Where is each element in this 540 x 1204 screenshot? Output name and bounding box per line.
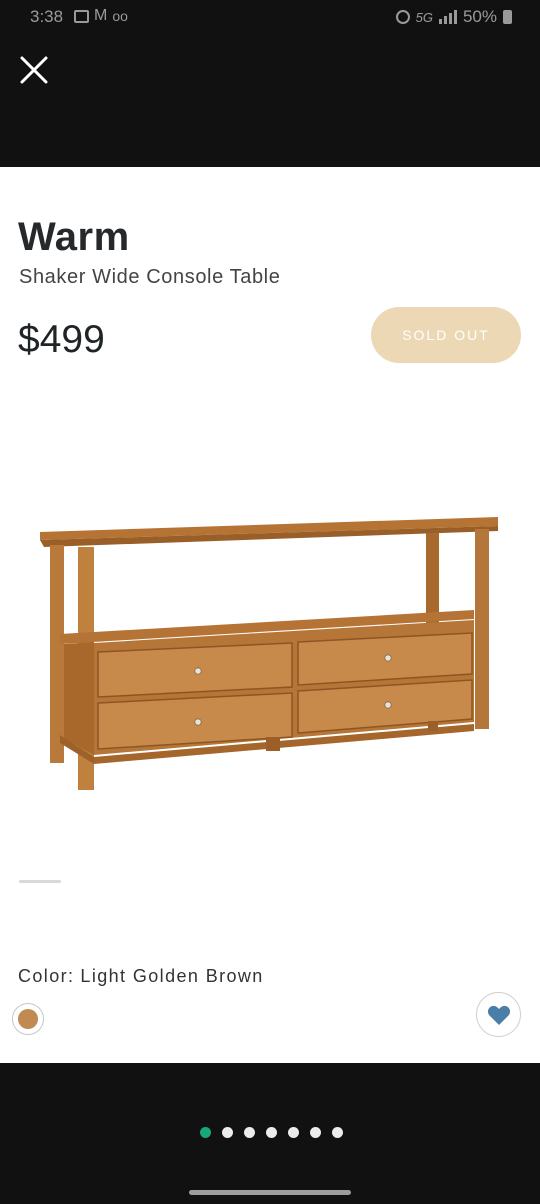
gallery-icon — [74, 9, 89, 23]
color-label-prefix: Color: — [18, 966, 75, 986]
network-type: 5G — [415, 9, 433, 25]
status-bar: 3:38 M oo 5G 50% — [0, 0, 540, 34]
mail-icon: M — [94, 7, 108, 24]
page-dot[interactable] — [221, 1127, 233, 1138]
color-swatch[interactable] — [12, 1003, 44, 1035]
page-dot[interactable] — [287, 1127, 299, 1138]
signal-icon — [438, 10, 457, 24]
close-button[interactable] — [16, 52, 52, 88]
page-dot[interactable] — [243, 1127, 255, 1138]
close-icon — [20, 56, 48, 84]
battery-icon — [503, 10, 512, 24]
page-dot[interactable] — [265, 1127, 277, 1138]
page-dot[interactable] — [309, 1127, 321, 1138]
system-icons: 5G 50% — [395, 7, 512, 27]
color-swatch-fill — [18, 1009, 38, 1029]
battery-percent: 50% — [462, 7, 497, 26]
product-price: $499 — [18, 318, 105, 361]
color-label: Color: Light Golden Brown — [18, 966, 264, 987]
page-dot[interactable] — [199, 1127, 211, 1138]
heart-icon — [487, 1005, 510, 1025]
page-dots — [0, 1127, 540, 1138]
product-image[interactable] — [30, 507, 510, 797]
notification-icons: M oo — [74, 7, 128, 24]
image-scroll-indicator — [19, 880, 61, 883]
color-value: Light Golden Brown — [80, 966, 264, 986]
favorite-button[interactable] — [476, 992, 521, 1037]
product-sheet: Warm Shaker Wide Console Table $499 SOLD… — [0, 167, 540, 1063]
alarm-icon — [395, 10, 410, 24]
product-name: Shaker Wide Console Table — [19, 266, 281, 288]
voicemail-icon: oo — [112, 8, 128, 24]
sold-out-button[interactable]: SOLD OUT — [371, 307, 521, 363]
product-brand: Warm — [18, 215, 130, 259]
status-time: 3:38 — [30, 7, 64, 26]
page-dot[interactable] — [331, 1127, 343, 1138]
home-indicator[interactable] — [189, 1190, 351, 1195]
